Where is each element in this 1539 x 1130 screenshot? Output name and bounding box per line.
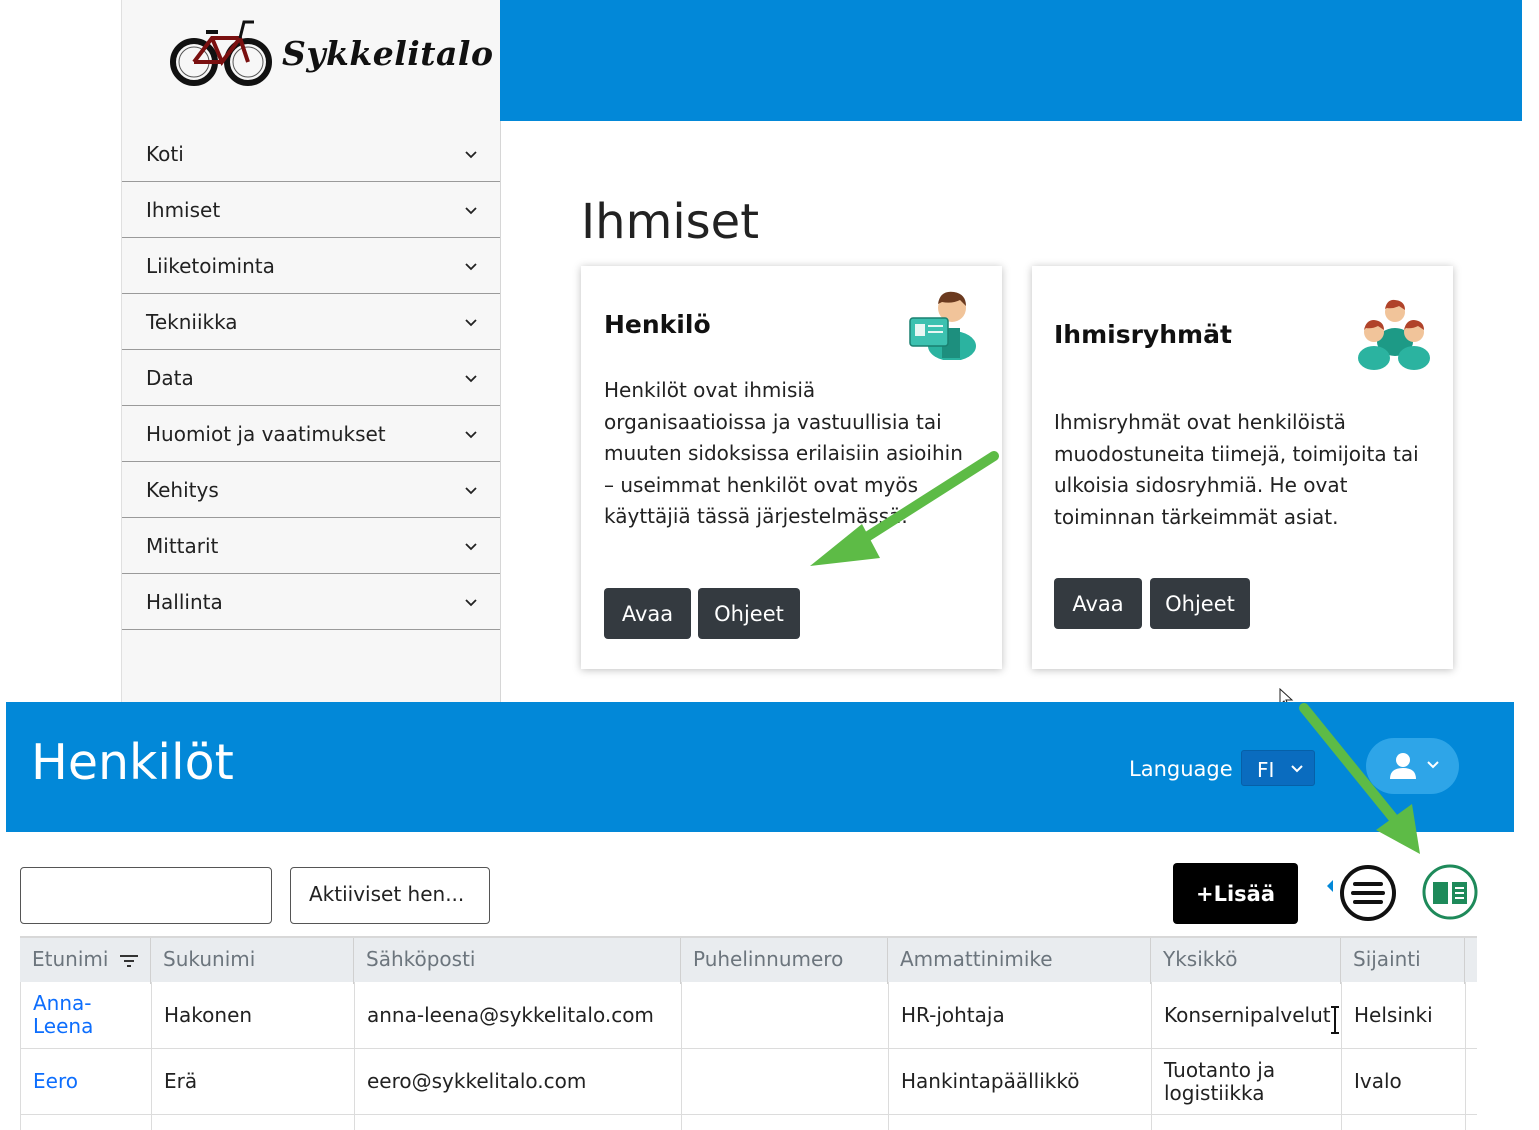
table-cell bbox=[21, 1115, 152, 1130]
add-button[interactable]: +Lisää bbox=[1173, 863, 1298, 924]
last-name-cell: Hakonen bbox=[152, 982, 355, 1048]
sidebar-item-label: Kehitys bbox=[146, 477, 219, 502]
list-menu-icon[interactable] bbox=[1339, 864, 1397, 922]
column-header[interactable]: Yksikkö bbox=[1151, 938, 1341, 984]
chevron-down-icon bbox=[465, 262, 477, 270]
column-header[interactable]: Ammattinimike bbox=[888, 938, 1151, 984]
sidebar: Sykkelitalo Koti Ihmiset Liiketoiminta T… bbox=[121, 0, 501, 702]
first-name-link[interactable]: Eero bbox=[21, 1049, 152, 1114]
sidebar-item-label: Ihmiset bbox=[146, 197, 221, 222]
persons-header: Henkilöt Language FI bbox=[6, 702, 1514, 832]
column-header[interactable]: Sähköposti bbox=[354, 938, 681, 984]
table-cell bbox=[355, 1115, 682, 1130]
bicycle-icon bbox=[170, 20, 272, 86]
brand-logo[interactable]: Sykkelitalo bbox=[170, 12, 493, 102]
job-title-cell: Hankintapäällikkö bbox=[889, 1049, 1152, 1114]
persons-view: Henkilöt Language FI Aktiiviset hen... +… bbox=[6, 702, 1514, 1130]
language-select[interactable]: FI bbox=[1241, 750, 1315, 786]
first-name-link[interactable]: Anna- Leena bbox=[21, 982, 152, 1048]
chevron-down-icon bbox=[465, 150, 477, 158]
language-label: Language bbox=[1129, 757, 1233, 781]
sidebar-item-label: Koti bbox=[146, 141, 184, 166]
help-button[interactable]: Ohjeet bbox=[1150, 578, 1250, 629]
sidebar-item-label: Data bbox=[146, 365, 194, 390]
card-description: Henkilöt ovat ihmisiä organisaatioissa j… bbox=[604, 378, 963, 529]
sidebar-item-label: Mittarit bbox=[146, 533, 219, 558]
persons-title: Henkilöt bbox=[31, 734, 234, 791]
card-title: Ihmisryhmät bbox=[1054, 320, 1232, 349]
card-description: Ihmisryhmät ovat henkilöistä muodostunei… bbox=[1054, 410, 1419, 529]
brand-name: Sykkelitalo bbox=[282, 34, 494, 73]
chevron-down-icon bbox=[465, 318, 477, 326]
sidebar-item-label: Huomiot ja vaatimukset bbox=[146, 421, 386, 446]
filter-icon[interactable] bbox=[119, 954, 139, 968]
language-value: FI bbox=[1257, 758, 1275, 782]
column-header[interactable]: Sukunimi bbox=[151, 938, 354, 984]
last-name-cell: Erä bbox=[152, 1049, 355, 1114]
chevron-down-icon bbox=[465, 598, 477, 606]
page-title: Ihmiset bbox=[581, 194, 760, 250]
location-cell: Ivalo bbox=[1342, 1049, 1466, 1114]
chevron-down-icon bbox=[465, 486, 477, 494]
chevron-down-icon bbox=[465, 374, 477, 382]
text-cursor-icon bbox=[1331, 1006, 1339, 1034]
chevron-down-icon bbox=[465, 430, 477, 438]
sidebar-item-data[interactable]: Data bbox=[122, 350, 500, 406]
chevron-down-icon bbox=[1291, 765, 1303, 773]
sidebar-item-label: Liiketoiminta bbox=[146, 253, 275, 278]
sidebar-item-huomiot[interactable]: Huomiot ja vaatimukset bbox=[122, 406, 500, 462]
collapse-arrow-icon[interactable] bbox=[1327, 880, 1333, 892]
job-title-cell: HR-johtaja bbox=[889, 982, 1152, 1048]
user-icon bbox=[1390, 753, 1416, 779]
sidebar-item-koti[interactable]: Koti bbox=[122, 126, 500, 182]
sidebar-item-liiketoiminta[interactable]: Liiketoiminta bbox=[122, 238, 500, 294]
location-cell: Helsinki bbox=[1342, 982, 1466, 1048]
sidebar-menu: Koti Ihmiset Liiketoiminta Tekniikka Dat… bbox=[122, 126, 500, 630]
chevron-down-icon bbox=[465, 206, 477, 214]
column-header[interactable]: Etunimi bbox=[20, 938, 151, 984]
person-card-icon bbox=[909, 291, 976, 360]
sidebar-item-mittarit[interactable]: Mittarit bbox=[122, 518, 500, 574]
top-header-bar bbox=[500, 0, 1522, 121]
table-cell bbox=[682, 1115, 889, 1130]
table-cell bbox=[1342, 1115, 1466, 1130]
sidebar-item-label: Tekniikka bbox=[146, 309, 238, 334]
unit-cell: Tuotanto ja logistiikka bbox=[1152, 1049, 1342, 1114]
open-button[interactable]: Avaa bbox=[1054, 578, 1142, 629]
help-button[interactable]: Ohjeet bbox=[698, 588, 800, 639]
card-ihmisryhmat: Ihmisryhmät Ihmisryhmät ovat henkilöistä… bbox=[1032, 266, 1453, 669]
chevron-down-icon bbox=[1427, 761, 1439, 769]
sidebar-item-tekniikka[interactable]: Tekniikka bbox=[122, 294, 500, 350]
card-title: Henkilö bbox=[604, 310, 711, 339]
table-cell bbox=[889, 1115, 1152, 1130]
active-persons-filter[interactable]: Aktiiviset hen... bbox=[290, 867, 490, 924]
chevron-down-icon bbox=[465, 542, 477, 550]
unit-cell: Konsernipalvelut bbox=[1152, 982, 1342, 1048]
phone-cell bbox=[682, 982, 889, 1048]
sidebar-item-label: Hallinta bbox=[146, 589, 223, 614]
page-edge bbox=[1522, 0, 1539, 702]
open-button[interactable]: Avaa bbox=[604, 588, 691, 639]
user-menu-button[interactable] bbox=[1366, 738, 1459, 794]
table-cell bbox=[1152, 1115, 1342, 1130]
table-cell bbox=[152, 1115, 355, 1130]
card-henkilo: Henkilö Henkilöt ovat ihmisiä organisaat… bbox=[581, 266, 1002, 669]
phone-cell bbox=[682, 1049, 889, 1114]
table-row[interactable]: Anna- Leena Hakonen anna-leena@sykkelita… bbox=[20, 982, 1477, 1049]
search-input[interactable] bbox=[20, 867, 272, 924]
email-cell: eero@sykkelitalo.com bbox=[355, 1049, 682, 1114]
sidebar-item-kehitys[interactable]: Kehitys bbox=[122, 462, 500, 518]
sidebar-item-hallinta[interactable]: Hallinta bbox=[122, 574, 500, 630]
sidebar-item-ihmiset[interactable]: Ihmiset bbox=[122, 182, 500, 238]
table-row[interactable] bbox=[20, 1115, 1477, 1130]
column-header[interactable]: Sijainti bbox=[1341, 938, 1465, 984]
table-header: Etunimi Sukunimi Sähköposti Puhelinnumer… bbox=[20, 936, 1477, 984]
people-group-icon bbox=[1358, 299, 1430, 370]
table-row[interactable]: Eero Erä eero@sykkelitalo.com Hankintapä… bbox=[20, 1049, 1477, 1115]
column-header[interactable]: Puhelinnumero bbox=[681, 938, 888, 984]
email-cell: anna-leena@sykkelitalo.com bbox=[355, 982, 682, 1048]
help-book-icon[interactable] bbox=[1421, 863, 1479, 921]
